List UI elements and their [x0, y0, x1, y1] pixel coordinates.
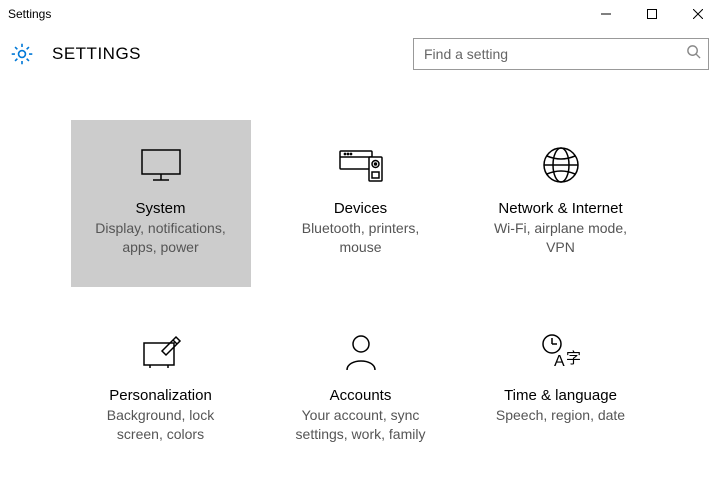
header: SETTINGS [0, 28, 721, 80]
tile-title: Time & language [504, 387, 617, 404]
tile-accounts[interactable]: Accounts Your account, sync settings, wo… [271, 307, 451, 474]
tile-title: Personalization [109, 387, 212, 404]
tile-devices[interactable]: Devices Bluetooth, printers, mouse [271, 120, 451, 287]
close-icon [693, 9, 703, 19]
search-wrap [413, 38, 709, 70]
minimize-icon [601, 9, 611, 19]
minimize-button[interactable] [583, 0, 629, 28]
maximize-icon [647, 9, 657, 19]
header-left: SETTINGS [8, 40, 141, 68]
tile-desc: Bluetooth, printers, mouse [283, 219, 439, 257]
tile-desc: Display, notifications, apps, power [83, 219, 239, 257]
svg-text:A: A [554, 353, 565, 370]
tile-title: Devices [334, 200, 387, 217]
maximize-button[interactable] [629, 0, 675, 28]
tile-system[interactable]: System Display, notifications, apps, pow… [71, 120, 251, 287]
tile-title: System [135, 200, 185, 217]
monitor-icon [139, 142, 183, 188]
person-icon [344, 329, 378, 375]
tile-title: Network & Internet [498, 200, 622, 217]
tile-desc: Speech, region, date [496, 406, 625, 425]
window-title: Settings [0, 7, 51, 21]
search-icon [686, 44, 701, 64]
search-input[interactable] [413, 38, 709, 70]
globe-icon [541, 142, 581, 188]
personalization-icon [138, 329, 184, 375]
devices-icon [336, 142, 386, 188]
tiles-grid: System Display, notifications, apps, pow… [0, 80, 721, 474]
page-title: SETTINGS [52, 44, 141, 64]
svg-text:字: 字 [566, 350, 581, 367]
gear-icon [8, 40, 36, 68]
time-language-icon: A 字 [538, 329, 584, 375]
tile-time-language[interactable]: A 字 Time & language Speech, region, date [471, 307, 651, 474]
tile-network[interactable]: Network & Internet Wi-Fi, airplane mode,… [471, 120, 651, 287]
tile-title: Accounts [330, 387, 392, 404]
close-button[interactable] [675, 0, 721, 28]
tile-personalization[interactable]: Personalization Background, lock screen,… [71, 307, 251, 474]
tile-desc: Your account, sync settings, work, famil… [283, 406, 439, 444]
tile-desc: Wi-Fi, airplane mode, VPN [483, 219, 639, 257]
tile-desc: Background, lock screen, colors [83, 406, 239, 444]
titlebar: Settings [0, 0, 721, 28]
window-controls [583, 0, 721, 28]
